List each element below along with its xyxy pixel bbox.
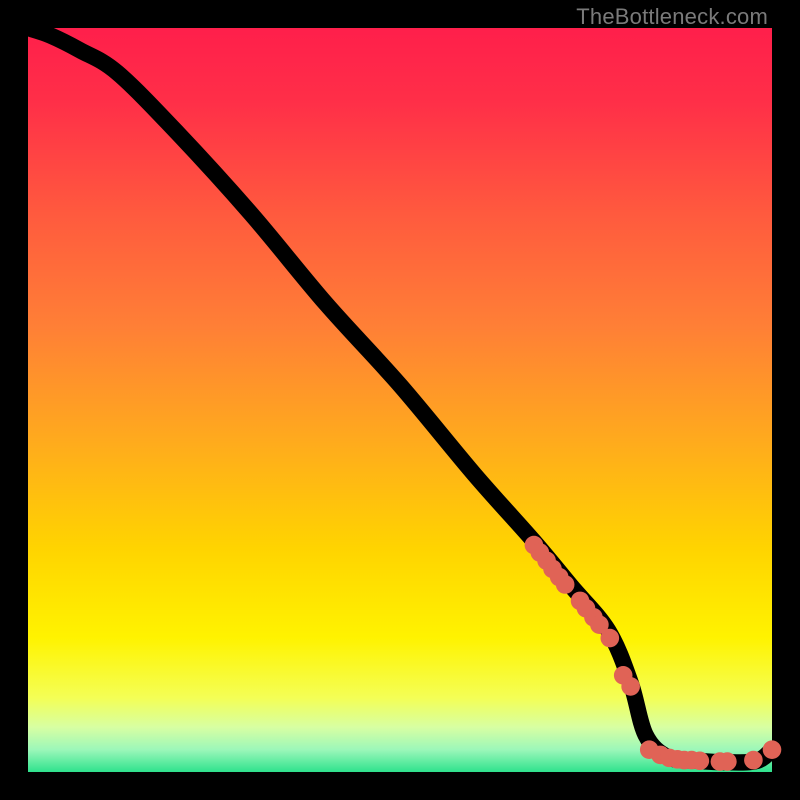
chart-frame: TheBottleneck.com xyxy=(0,0,800,800)
data-point xyxy=(691,752,710,771)
data-point xyxy=(744,751,763,770)
watermark-text: TheBottleneck.com xyxy=(576,4,768,30)
data-point xyxy=(601,629,620,648)
data-point xyxy=(556,575,575,594)
bottleneck-curve xyxy=(28,28,772,762)
data-point xyxy=(718,752,737,771)
data-point xyxy=(763,740,782,759)
chart-svg xyxy=(28,28,772,772)
plot-area xyxy=(28,28,772,772)
data-point xyxy=(621,677,640,696)
